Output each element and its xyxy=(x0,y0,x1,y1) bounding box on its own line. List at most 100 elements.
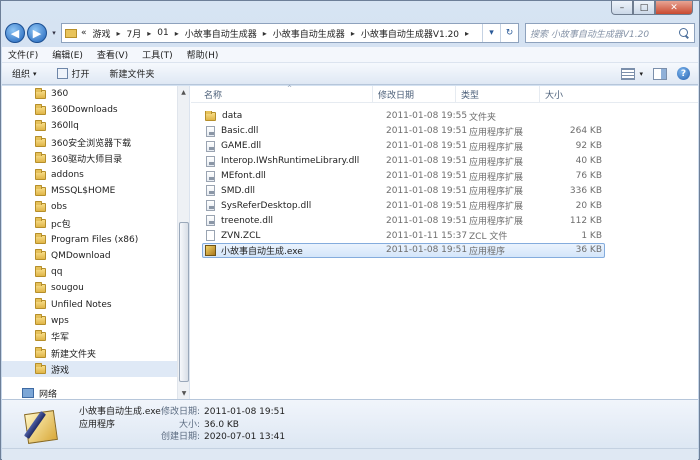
breadcrumb-separator-icon[interactable]: ▸ xyxy=(147,29,151,38)
open-button[interactable]: 打开 xyxy=(56,67,90,80)
menu-tools[interactable]: 工具(T) xyxy=(142,48,173,61)
tree-item-label: 360Downloads xyxy=(51,105,118,116)
breadcrumb-separator-icon[interactable]: ▸ xyxy=(175,29,179,38)
help-icon[interactable]: ? xyxy=(677,67,690,80)
breadcrumb-item[interactable]: 小故事自动生成器 xyxy=(185,27,257,40)
navigation-scrollbar[interactable]: ▲ ▼ xyxy=(177,86,189,399)
file-type: 应用程序 xyxy=(469,246,506,257)
file-name-cell: SysReferDesktop.dll xyxy=(203,200,385,212)
file-row[interactable]: data 2011-01-08 19:55 文件夹 xyxy=(202,109,605,124)
tree-item[interactable]: 360 xyxy=(2,86,178,102)
dll-icon xyxy=(206,215,215,227)
file-name-cell: 小故事自动生成.exe xyxy=(203,244,385,257)
preview-pane-icon[interactable] xyxy=(653,67,667,80)
folder-icon xyxy=(35,233,46,245)
tree-item[interactable]: sougou xyxy=(2,280,178,296)
tree-item-label: 新建文件夹 xyxy=(51,349,97,360)
menu-help[interactable]: 帮助(H) xyxy=(187,48,219,61)
tree-item[interactable]: 新建文件夹 xyxy=(2,345,178,361)
address-dropdown-icon[interactable]: ▾ xyxy=(482,24,500,42)
tree-item[interactable]: 360Downloads xyxy=(2,102,178,118)
content-area: 360 360Downloads 360llq 360安全浏览器下载 360驱动大师目录… xyxy=(2,85,698,399)
scroll-down-icon[interactable]: ▼ xyxy=(178,387,189,399)
file-row[interactable]: treenote.dll 2011-01-08 19:51 应用程序扩展 112 KB xyxy=(202,213,605,228)
recent-pages-dropdown[interactable]: ▾ xyxy=(49,29,59,37)
folder-tree: 360 360Downloads 360llq 360安全浏览器下载 360驱动大师目录… xyxy=(2,86,178,399)
breadcrumb-item[interactable]: 01 xyxy=(157,28,168,38)
file-row[interactable]: Basic.dll 2011-01-08 19:51 应用程序扩展 264 KB xyxy=(202,124,605,139)
navigation-bar: ◀ ▶ ▾ « 游戏 ▸ 7月 ▸ 01 ▸ 小故事自动生成器 ▸ 小故事自动生成器 ▸ … xyxy=(5,21,695,45)
file-name-cell: SMD.dll xyxy=(203,185,385,197)
file-name-cell: MEfont.dll xyxy=(203,170,385,182)
tree-item[interactable]: 360安全浏览器下载 xyxy=(2,135,178,151)
file-row[interactable]: MEfont.dll 2011-01-08 19:51 应用程序扩展 76 KB xyxy=(202,169,605,184)
column-header-type[interactable]: 类型 xyxy=(456,85,540,103)
file-row[interactable]: Interop.IWshRuntimeLibrary.dll 2011-01-08… xyxy=(202,154,605,169)
breadcrumb-item[interactable]: 7月 xyxy=(127,27,142,40)
column-header-date[interactable]: 修改日期 xyxy=(373,85,456,103)
file-row[interactable]: GAME.dll 2011-01-08 19:51 应用程序扩展 92 KB xyxy=(202,139,605,154)
tree-item[interactable]: pc包 xyxy=(2,216,178,232)
column-header-name[interactable]: 名称 xyxy=(191,85,373,103)
tree-item[interactable]: Unfiled Notes xyxy=(2,296,178,312)
file-row[interactable]: SMD.dll 2011-01-08 19:51 应用程序扩展 336 KB xyxy=(202,183,605,198)
details-size: 36.0 KB xyxy=(204,419,239,430)
file-row[interactable]: 小故事自动生成.exe 2011-01-08 19:51 应用程序 36 KB xyxy=(202,243,605,258)
file-row[interactable]: SysReferDesktop.dll 2011-01-08 19:51 应用程序扩… xyxy=(202,198,605,213)
breadcrumb-item[interactable]: 小故事自动生成器V1.20 xyxy=(361,27,459,40)
tree-item[interactable]: 360驱动大师目录 xyxy=(2,151,178,167)
search-input[interactable]: 搜索 小故事自动生成器V1.20 xyxy=(525,23,695,43)
column-header-size[interactable]: 大小 xyxy=(540,86,592,103)
file-type: 应用程序扩展 xyxy=(469,172,524,183)
breadcrumb-overflow[interactable]: « xyxy=(81,28,87,38)
breadcrumb-separator-icon[interactable]: ▸ xyxy=(465,29,469,38)
breadcrumb-item[interactable]: 游戏 xyxy=(93,27,111,40)
scroll-thumb[interactable] xyxy=(179,222,189,382)
file-size: 264 KB xyxy=(569,126,602,137)
view-dropdown-icon[interactable]: ▾ xyxy=(639,70,643,78)
tree-item[interactable]: 游戏 xyxy=(2,361,178,378)
tree-item[interactable]: MSSQL$HOME xyxy=(2,183,178,199)
tree-item-label: 网络 xyxy=(39,389,58,399)
file-date: 2011-01-08 19:55 xyxy=(386,111,468,122)
details-created-date: 2020-07-01 13:41 xyxy=(204,432,286,442)
tree-item[interactable]: 360llq xyxy=(2,118,178,134)
tree-item-label: sougou xyxy=(51,283,84,294)
tree-item[interactable]: Program Files (x86) xyxy=(2,232,178,248)
tree-item[interactable]: QMDownload xyxy=(2,248,178,264)
tree-item[interactable]: wps xyxy=(2,313,178,329)
back-button[interactable]: ◀ xyxy=(5,23,25,43)
file-date: 2011-01-08 19:51 xyxy=(386,200,468,211)
close-button[interactable]: ✕ xyxy=(655,1,693,15)
file-size: 112 KB xyxy=(569,215,602,226)
menu-view[interactable]: 查看(V) xyxy=(97,48,128,61)
menu-edit[interactable]: 编辑(E) xyxy=(52,48,83,61)
details-values: 2011-01-08 19:51 36.0 KB 2020-07-01 13:4… xyxy=(204,406,285,444)
new-folder-button[interactable]: 新建文件夹 xyxy=(110,67,155,80)
breadcrumb-item[interactable]: 小故事自动生成器 xyxy=(273,27,345,40)
folder-icon xyxy=(35,119,46,131)
file-date: 2011-01-08 19:51 xyxy=(386,141,468,152)
menu-file[interactable]: 文件(F) xyxy=(8,48,38,61)
maximize-button[interactable]: □ xyxy=(633,1,655,15)
tree-item[interactable]: qq xyxy=(2,264,178,280)
scroll-up-icon[interactable]: ▲ xyxy=(178,86,189,98)
address-bar[interactable]: « 游戏 ▸ 7月 ▸ 01 ▸ 小故事自动生成器 ▸ 小故事自动生成器 ▸ 小故事自动生… xyxy=(61,23,519,43)
breadcrumb-separator-icon[interactable]: ▸ xyxy=(351,29,355,38)
tree-item[interactable]: addons xyxy=(2,167,178,183)
tree-item[interactable]: obs xyxy=(2,199,178,215)
tree-item[interactable]: 华军 xyxy=(2,329,178,345)
search-icon[interactable] xyxy=(679,27,690,39)
file-name: GAME.dll xyxy=(221,141,262,152)
view-options-icon[interactable] xyxy=(621,67,636,80)
tree-item-label: pc包 xyxy=(51,220,71,231)
refresh-icon[interactable]: ↻ xyxy=(500,24,518,42)
forward-button[interactable]: ▶ xyxy=(27,23,47,43)
breadcrumb-separator-icon[interactable]: ▸ xyxy=(263,29,267,38)
breadcrumb-separator-icon[interactable]: ▸ xyxy=(117,29,121,38)
file-row[interactable]: ZVN.ZCL 2011-01-11 15:37 ZCL 文件 1 KB xyxy=(202,228,605,243)
tree-item-label: addons xyxy=(51,170,84,181)
organize-button[interactable]: 组织 ▾ xyxy=(12,67,37,81)
minimize-button[interactable]: – xyxy=(611,1,633,15)
tree-item-network[interactable]: 网络 xyxy=(2,385,178,399)
